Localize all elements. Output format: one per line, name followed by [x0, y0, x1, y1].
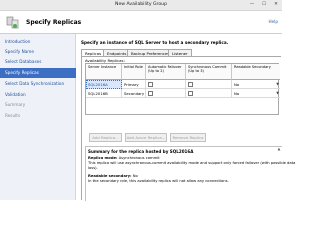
sidebar-item-validation[interactable]: Validation [0, 90, 76, 100]
readable-secondary-description: In the secondary role, this availability… [88, 179, 229, 183]
synchronous-commit-checkbox[interactable] [188, 82, 193, 87]
minimize-button[interactable]: — [246, 0, 258, 10]
chevron-down-icon[interactable]: ▼ [276, 89, 279, 98]
replicas-grid: Server Instance Initial Role Automatic F… [85, 63, 280, 115]
cell-initial-role: Primary [122, 80, 146, 89]
add-azure-replica-button[interactable]: Add Azure Replica... [125, 133, 167, 142]
cell-automatic-failover[interactable] [146, 80, 186, 89]
intro-text: Specify an instance of SQL Server to hos… [81, 40, 229, 45]
help-link[interactable]: Help [268, 19, 278, 24]
readable-secondary-value: No [234, 82, 240, 87]
cell-server-instance[interactable]: SQL2016A [86, 80, 122, 89]
cell-automatic-failover[interactable] [146, 89, 186, 98]
wizard-header: Specify Replicas Help [0, 11, 282, 34]
column-header-readable-secondary: Readable Secondary [232, 64, 280, 80]
sidebar-item-summary: Summary [5, 102, 26, 107]
sidebar-item-select-databases[interactable]: Select Databases [0, 57, 76, 67]
cell-server-instance[interactable]: SQL2016B [86, 89, 122, 98]
column-header-automatic-failover: Automatic Failover (Up to 2) [146, 64, 186, 80]
sidebar-item-specify-name[interactable]: Specify Name [0, 47, 76, 57]
sidebar-item-data-synchronization[interactable]: Select Data Synchronization [0, 79, 76, 89]
cell-synchronous-commit[interactable] [186, 80, 232, 89]
table-row[interactable]: SQL2016A Primary No ▼ [86, 80, 280, 89]
synchronous-commit-checkbox[interactable] [188, 91, 193, 96]
replica-summary-panel: Summary for the replica hosted by SQL201… [85, 146, 295, 201]
window-title: New Availability Group [115, 2, 167, 7]
replica-mode-description-cont: loss). [88, 166, 98, 170]
replicas-tab-panel: Availability Replicas: Server Instance I… [81, 56, 295, 201]
column-header-server-instance: Server Instance [86, 64, 122, 80]
maximize-button[interactable]: ☐ [258, 0, 270, 10]
wizard-sidebar: Introduction Specify Name Select Databas… [0, 34, 76, 200]
replica-mode-description: This replica will use asynchronous-commi… [88, 161, 296, 165]
summary-title: Summary for the replica hosted by SQL201… [88, 149, 194, 154]
readable-secondary-label: Readable secondary: [88, 174, 132, 178]
cell-readable-secondary[interactable]: No ▼ [232, 80, 280, 89]
replica-mode-line: Replica mode: Asynchronous commit [88, 156, 160, 160]
automatic-failover-checkbox[interactable] [148, 91, 153, 96]
column-header-initial-role: Initial Role [122, 64, 146, 80]
page-title: Specify Replicas [26, 19, 82, 26]
add-replica-button[interactable]: Add Replica... [89, 133, 122, 142]
cell-readable-secondary[interactable]: No ▼ [232, 89, 280, 98]
remove-replica-button[interactable]: Remove Replica [170, 133, 206, 142]
cell-synchronous-commit[interactable] [186, 89, 232, 98]
window-titlebar: New Availability Group — ☐ ✕ [0, 0, 282, 11]
scroll-up-icon[interactable]: ▲ [276, 147, 282, 153]
readable-secondary-value: No [234, 91, 240, 96]
main-content: Specify an instance of SQL Server to hos… [77, 34, 295, 201]
chevron-down-icon[interactable]: ▼ [276, 80, 279, 89]
sidebar-item-results: Results [5, 113, 21, 118]
sidebar-item-specify-replicas[interactable]: Specify Replicas [0, 68, 76, 78]
sidebar-item-introduction[interactable]: Introduction [0, 37, 76, 47]
close-button[interactable]: ✕ [270, 0, 282, 10]
column-header-synchronous-commit: Synchronous Commit (Up to 3) [186, 64, 232, 80]
replica-mode-label: Replica mode: [88, 156, 118, 160]
cell-initial-role: Secondary [124, 89, 146, 98]
availability-group-icon [6, 16, 19, 29]
readable-secondary-summary-value: No [132, 174, 138, 178]
table-row[interactable]: SQL2016B Secondary No ▼ [86, 89, 280, 98]
automatic-failover-checkbox[interactable] [148, 82, 153, 87]
readable-secondary-line: Readable secondary: No [88, 174, 138, 178]
replica-mode-value: Asynchronous commit [118, 156, 160, 160]
